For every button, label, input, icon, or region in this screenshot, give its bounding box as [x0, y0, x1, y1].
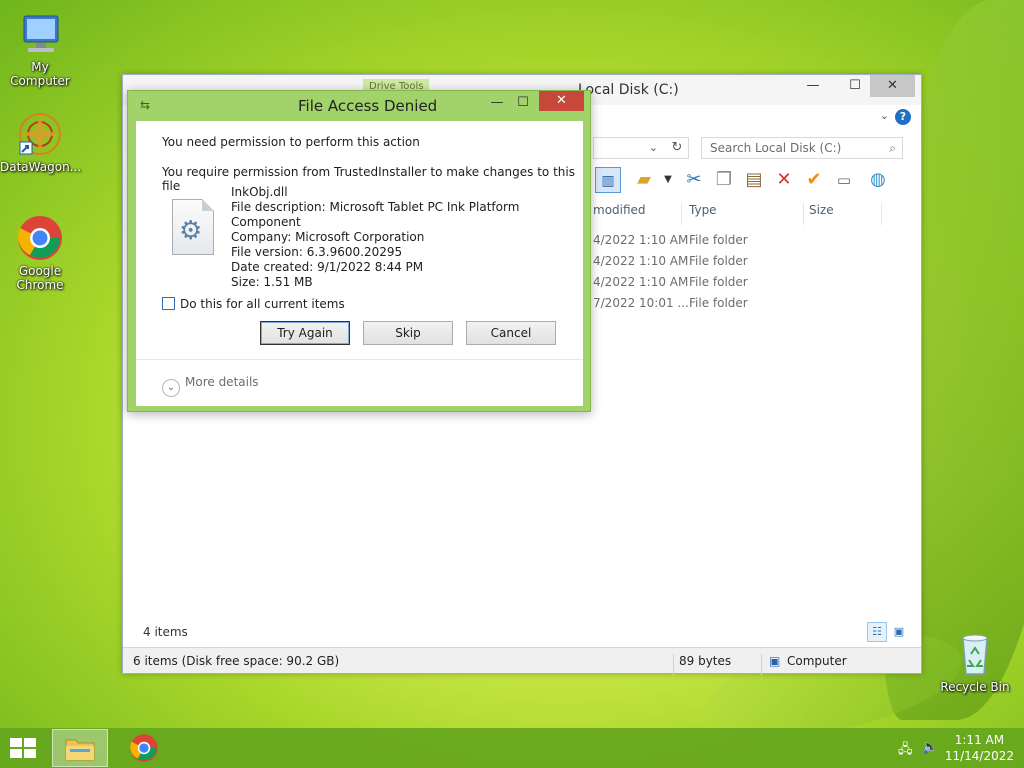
datawagon-icon: [16, 110, 64, 158]
checkmark-icon[interactable]: ✔: [801, 167, 827, 193]
apply-all-checkbox[interactable]: Do this for all current items: [162, 297, 345, 311]
file-description: File description: Microsoft Tablet PC In…: [231, 200, 520, 229]
volume-icon[interactable]: 🔈: [922, 740, 938, 755]
recycle-bin-icon: [951, 630, 999, 678]
preview-pane-icon[interactable]: ▥: [595, 167, 621, 193]
network-icon[interactable]: 🖧: [898, 740, 913, 762]
column-header-modified[interactable]: modified: [593, 203, 646, 217]
checkbox[interactable]: [162, 297, 175, 310]
desktop-icon-datawagon[interactable]: DataWagon...: [0, 110, 82, 174]
status-bar: 6 items (Disk free space: 90.2 GB) 89 by…: [123, 647, 921, 676]
table-row[interactable]: 4/2022 1:10 AM File folder: [593, 272, 923, 293]
chevron-down-icon[interactable]: ⌄: [649, 141, 658, 154]
dll-file-icon: ⚙: [172, 199, 214, 255]
dialog-title: File Access Denied: [298, 97, 438, 115]
table-row[interactable]: 4/2022 1:10 AM File folder: [593, 230, 923, 251]
delete-icon[interactable]: ✕: [771, 167, 797, 193]
column-header-type[interactable]: Type: [689, 203, 717, 217]
folder-options-icon[interactable]: ▰: [631, 167, 657, 193]
file-company: Company: Microsoft Corporation: [231, 230, 425, 244]
desktop-icon-label: My Computer: [10, 60, 70, 88]
file-created: Date created: 9/1/2022 8:44 PM: [231, 260, 424, 274]
computer-icon: ▣: [769, 654, 781, 668]
paste-icon[interactable]: ▤: [741, 167, 767, 193]
clock-time: 1:11 AM: [954, 733, 1005, 747]
table-row[interactable]: 7/2022 10:01 ... File folder: [593, 293, 923, 314]
chrome-icon: [16, 214, 64, 262]
file-size: Size: 1.51 MB: [231, 275, 313, 289]
row-modified: 4/2022 1:10 AM: [593, 254, 689, 268]
maximize-button[interactable]: ☐: [841, 75, 869, 97]
desktop-icon-recycle-bin[interactable]: Recycle Bin: [935, 630, 1015, 694]
file-version: File version: 6.3.9600.20295: [231, 245, 403, 259]
taskbar-file-explorer[interactable]: [52, 729, 108, 767]
try-again-button[interactable]: Try Again: [260, 321, 350, 345]
divider: [136, 359, 583, 360]
row-type: File folder: [689, 296, 748, 310]
chrome-icon: [130, 734, 158, 762]
rename-icon[interactable]: ▭: [831, 167, 857, 193]
search-input[interactable]: Search Local Disk (C:) ⌕: [701, 137, 903, 159]
checkbox-label: Do this for all current items: [180, 297, 345, 311]
explorer-title: Local Disk (C:): [578, 82, 679, 98]
column-header-size[interactable]: Size: [809, 203, 834, 217]
dialog-title-bar[interactable]: ⇆ File Access Denied — ☐ ✕: [128, 91, 590, 121]
desktop-icon-label: DataWagon...: [0, 160, 82, 174]
dialog-message: You need permission to perform this acti…: [162, 135, 420, 149]
clock[interactable]: 1:11 AM 11/14/2022: [945, 732, 1014, 764]
desktop-icon-google-chrome[interactable]: Google Chrome: [0, 214, 80, 292]
status-size: 89 bytes: [679, 654, 732, 668]
file-access-denied-dialog[interactable]: ⇆ File Access Denied — ☐ ✕ You need perm…: [127, 90, 591, 412]
explorer-toolbar: ▥ ▰ ▼ ✂ ❐ ▤ ✕ ✔ ▭ ◍: [593, 165, 918, 197]
file-name: InkObj.dll: [231, 185, 288, 199]
row-type: File folder: [689, 275, 748, 289]
chevron-down-icon[interactable]: ⌄: [162, 379, 180, 397]
clock-date: 11/14/2022: [944, 749, 1014, 763]
row-modified: 7/2022 10:01 ...: [593, 296, 689, 310]
file-info: InkObj.dll File description: Microsoft T…: [231, 185, 583, 290]
desktop-icon-my-computer[interactable]: My Computer: [0, 10, 80, 88]
help-icon[interactable]: ?: [895, 109, 911, 125]
details-view-icon[interactable]: ☷: [867, 622, 887, 642]
search-icon: ⌕: [889, 141, 896, 155]
chevron-down-icon[interactable]: ▼: [655, 167, 681, 193]
table-row[interactable]: 4/2022 1:10 AM File folder: [593, 251, 923, 272]
cancel-button[interactable]: Cancel: [466, 321, 556, 345]
cut-icon[interactable]: ✂: [681, 167, 707, 193]
desktop-icon-label: Google Chrome: [16, 264, 64, 292]
more-details-toggle[interactable]: ⌄ More details: [162, 375, 259, 397]
more-details-label: More details: [185, 375, 259, 389]
start-button[interactable]: [8, 736, 38, 760]
copy-icon[interactable]: ❐: [711, 167, 737, 193]
row-modified: 4/2022 1:10 AM: [593, 275, 689, 289]
search-placeholder: Search Local Disk (C:): [710, 141, 842, 155]
close-button[interactable]: ✕: [870, 75, 915, 97]
desktop-icon-label: Recycle Bin: [940, 680, 1010, 694]
row-type: File folder: [689, 254, 748, 268]
maximize-button[interactable]: ☐: [510, 93, 536, 113]
large-icons-view-icon[interactable]: ▣: [889, 622, 909, 642]
skip-button[interactable]: Skip: [363, 321, 453, 345]
dialog-app-icon: ⇆: [140, 98, 151, 112]
refresh-icon[interactable]: ↻: [665, 137, 689, 159]
folder-icon: [65, 739, 95, 761]
taskbar: 🖧 🔈 1:11 AM 11/14/2022: [0, 728, 1024, 768]
ribbon-expand-icon[interactable]: ⌄: [880, 109, 889, 122]
close-button[interactable]: ✕: [539, 91, 584, 111]
column-headers: modified Type Size: [593, 199, 923, 225]
minimize-button[interactable]: —: [484, 93, 510, 113]
status-text: 6 items (Disk free space: 90.2 GB): [133, 654, 340, 668]
row-type: File folder: [689, 233, 748, 247]
taskbar-chrome[interactable]: [116, 729, 172, 767]
globe-icon[interactable]: ◍: [865, 167, 891, 193]
minimize-button[interactable]: —: [799, 75, 827, 97]
computer-icon: [16, 10, 64, 58]
items-count: 4 items: [143, 625, 188, 639]
status-location: Computer: [787, 654, 847, 668]
row-modified: 4/2022 1:10 AM: [593, 233, 689, 247]
dialog-body: You need permission to perform this acti…: [136, 121, 583, 406]
